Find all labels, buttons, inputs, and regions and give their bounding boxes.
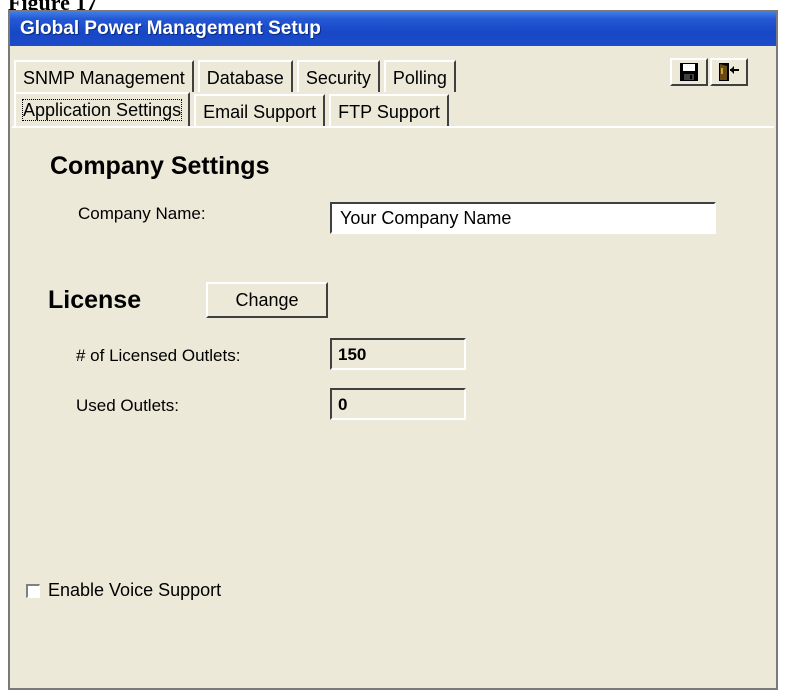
- tab-row-back: SNMP Management Database Security Pollin…: [14, 56, 460, 92]
- window-title: Global Power Management Setup: [10, 12, 776, 46]
- enable-voice-label: Enable Voice Support: [48, 580, 222, 600]
- company-name-input[interactable]: [330, 202, 716, 234]
- company-name-label: Company Name:: [78, 204, 206, 223]
- used-outlets-value: 0: [330, 388, 466, 420]
- floppy-disk-icon: [680, 63, 698, 81]
- tab-ftp-support[interactable]: FTP Support: [329, 94, 449, 126]
- license-heading: License: [48, 286, 142, 314]
- tab-label: FTP Support: [338, 102, 440, 122]
- company-settings-heading: Company Settings: [50, 152, 270, 180]
- tab-label: Application Settings: [21, 99, 183, 121]
- used-outlets-label: Used Outlets:: [76, 396, 179, 415]
- tab-label: Email Support: [203, 102, 317, 122]
- tab-panel-border: [12, 126, 774, 128]
- save-button[interactable]: [670, 58, 708, 86]
- exit-door-icon: [719, 63, 739, 81]
- tab-label: SNMP Management: [23, 68, 185, 88]
- tab-application-settings[interactable]: Application Settings: [14, 92, 191, 126]
- change-license-button[interactable]: Change: [206, 282, 328, 318]
- licensed-outlets-label: # of Licensed Outlets:: [76, 346, 241, 365]
- tab-database[interactable]: Database: [197, 60, 293, 92]
- exit-button[interactable]: [710, 58, 748, 86]
- setup-window: Global Power Management Setup SNMP Manag…: [8, 10, 778, 690]
- licensed-outlets-value: 150: [330, 338, 466, 370]
- tab-snmp-management[interactable]: SNMP Management: [14, 60, 194, 92]
- tab-label: Security: [305, 68, 371, 88]
- tab-security[interactable]: Security: [296, 60, 380, 92]
- tab-row-front: Application Settings Email Support FTP S…: [14, 90, 453, 126]
- tab-label: Polling: [392, 68, 447, 88]
- tab-label: Database: [206, 68, 284, 88]
- tab-polling[interactable]: Polling: [383, 60, 456, 92]
- tab-email-support[interactable]: Email Support: [194, 94, 326, 126]
- enable-voice-checkbox[interactable]: [26, 584, 40, 598]
